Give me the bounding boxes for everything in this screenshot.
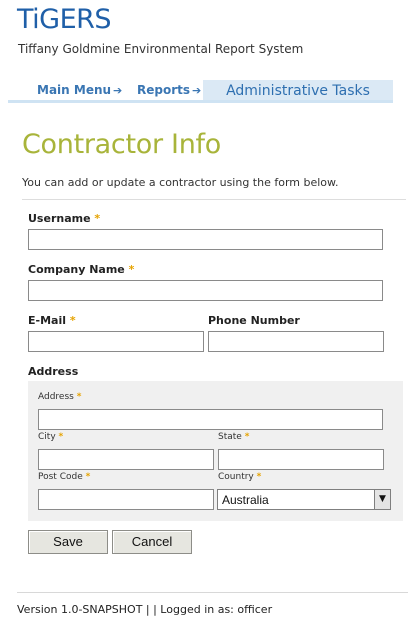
nav-main-menu[interactable]: Main Menu ➔ (37, 80, 122, 100)
nav-administrative-tasks[interactable]: Administrative Tasks (203, 80, 393, 100)
required-marker: * (69, 314, 76, 327)
email-label-text: E-Mail (28, 314, 66, 327)
arrow-right-icon: ➔ (192, 84, 202, 97)
nav-reports[interactable]: Reports ➔ (137, 80, 201, 100)
city-label-text: City (38, 432, 56, 442)
footer-status: Version 1.0-SNAPSHOT | | Logged in as: o… (17, 603, 273, 616)
address-input[interactable] (38, 409, 383, 430)
company-name-label: Company Name * (28, 263, 134, 277)
footer-divider (17, 592, 408, 593)
required-marker: * (128, 263, 135, 276)
country-label-text: Country (218, 472, 254, 482)
country-selected-value: Australia (222, 493, 269, 507)
post-code-label: Post Code * (38, 472, 90, 483)
state-label: State * (218, 432, 249, 443)
nav-reports-label[interactable]: Reports (137, 83, 190, 97)
phone-number-input[interactable] (208, 331, 384, 352)
required-marker: * (244, 432, 250, 442)
city-input[interactable] (38, 449, 214, 470)
cancel-button[interactable]: Cancel (112, 530, 192, 554)
page-title: Contractor Info (22, 129, 221, 160)
company-name-input[interactable] (28, 280, 383, 301)
required-marker: * (85, 472, 91, 482)
address-label-text: Address (38, 392, 74, 402)
required-marker: * (256, 472, 262, 482)
page-intro: You can add or update a contractor using… (22, 176, 339, 189)
required-marker: * (94, 212, 101, 225)
required-marker: * (76, 392, 82, 402)
app-subtitle: Tiffany Goldmine Environmental Report Sy… (18, 42, 304, 56)
dropdown-arrow-icon[interactable]: ▼ (374, 490, 390, 509)
country-label: Country * (218, 472, 261, 483)
address-section-heading: Address (28, 365, 79, 378)
post-code-label-text: Post Code (38, 472, 83, 482)
save-button[interactable]: Save (28, 530, 108, 554)
state-input[interactable] (218, 449, 384, 470)
city-label: City * (38, 432, 63, 443)
arrow-right-icon: ➔ (113, 84, 123, 97)
username-label: Username * (28, 212, 100, 226)
email-input[interactable] (28, 331, 204, 352)
phone-number-label: Phone Number (208, 314, 300, 327)
username-input[interactable] (28, 229, 383, 250)
divider (22, 199, 406, 200)
country-select[interactable]: Australia ▼ (217, 489, 391, 510)
main-navigation: Main Menu ➔ Reports ➔ Administrative Tasks (8, 80, 393, 103)
post-code-input[interactable] (38, 489, 214, 510)
username-label-text: Username (28, 212, 91, 225)
company-name-label-text: Company Name (28, 263, 125, 276)
nav-main-menu-label[interactable]: Main Menu (37, 83, 111, 97)
state-label-text: State (218, 432, 242, 442)
required-marker: * (58, 432, 64, 442)
email-label: E-Mail * (28, 314, 76, 328)
address-label: Address * (38, 392, 81, 403)
app-logo: TiGERS (17, 4, 112, 35)
